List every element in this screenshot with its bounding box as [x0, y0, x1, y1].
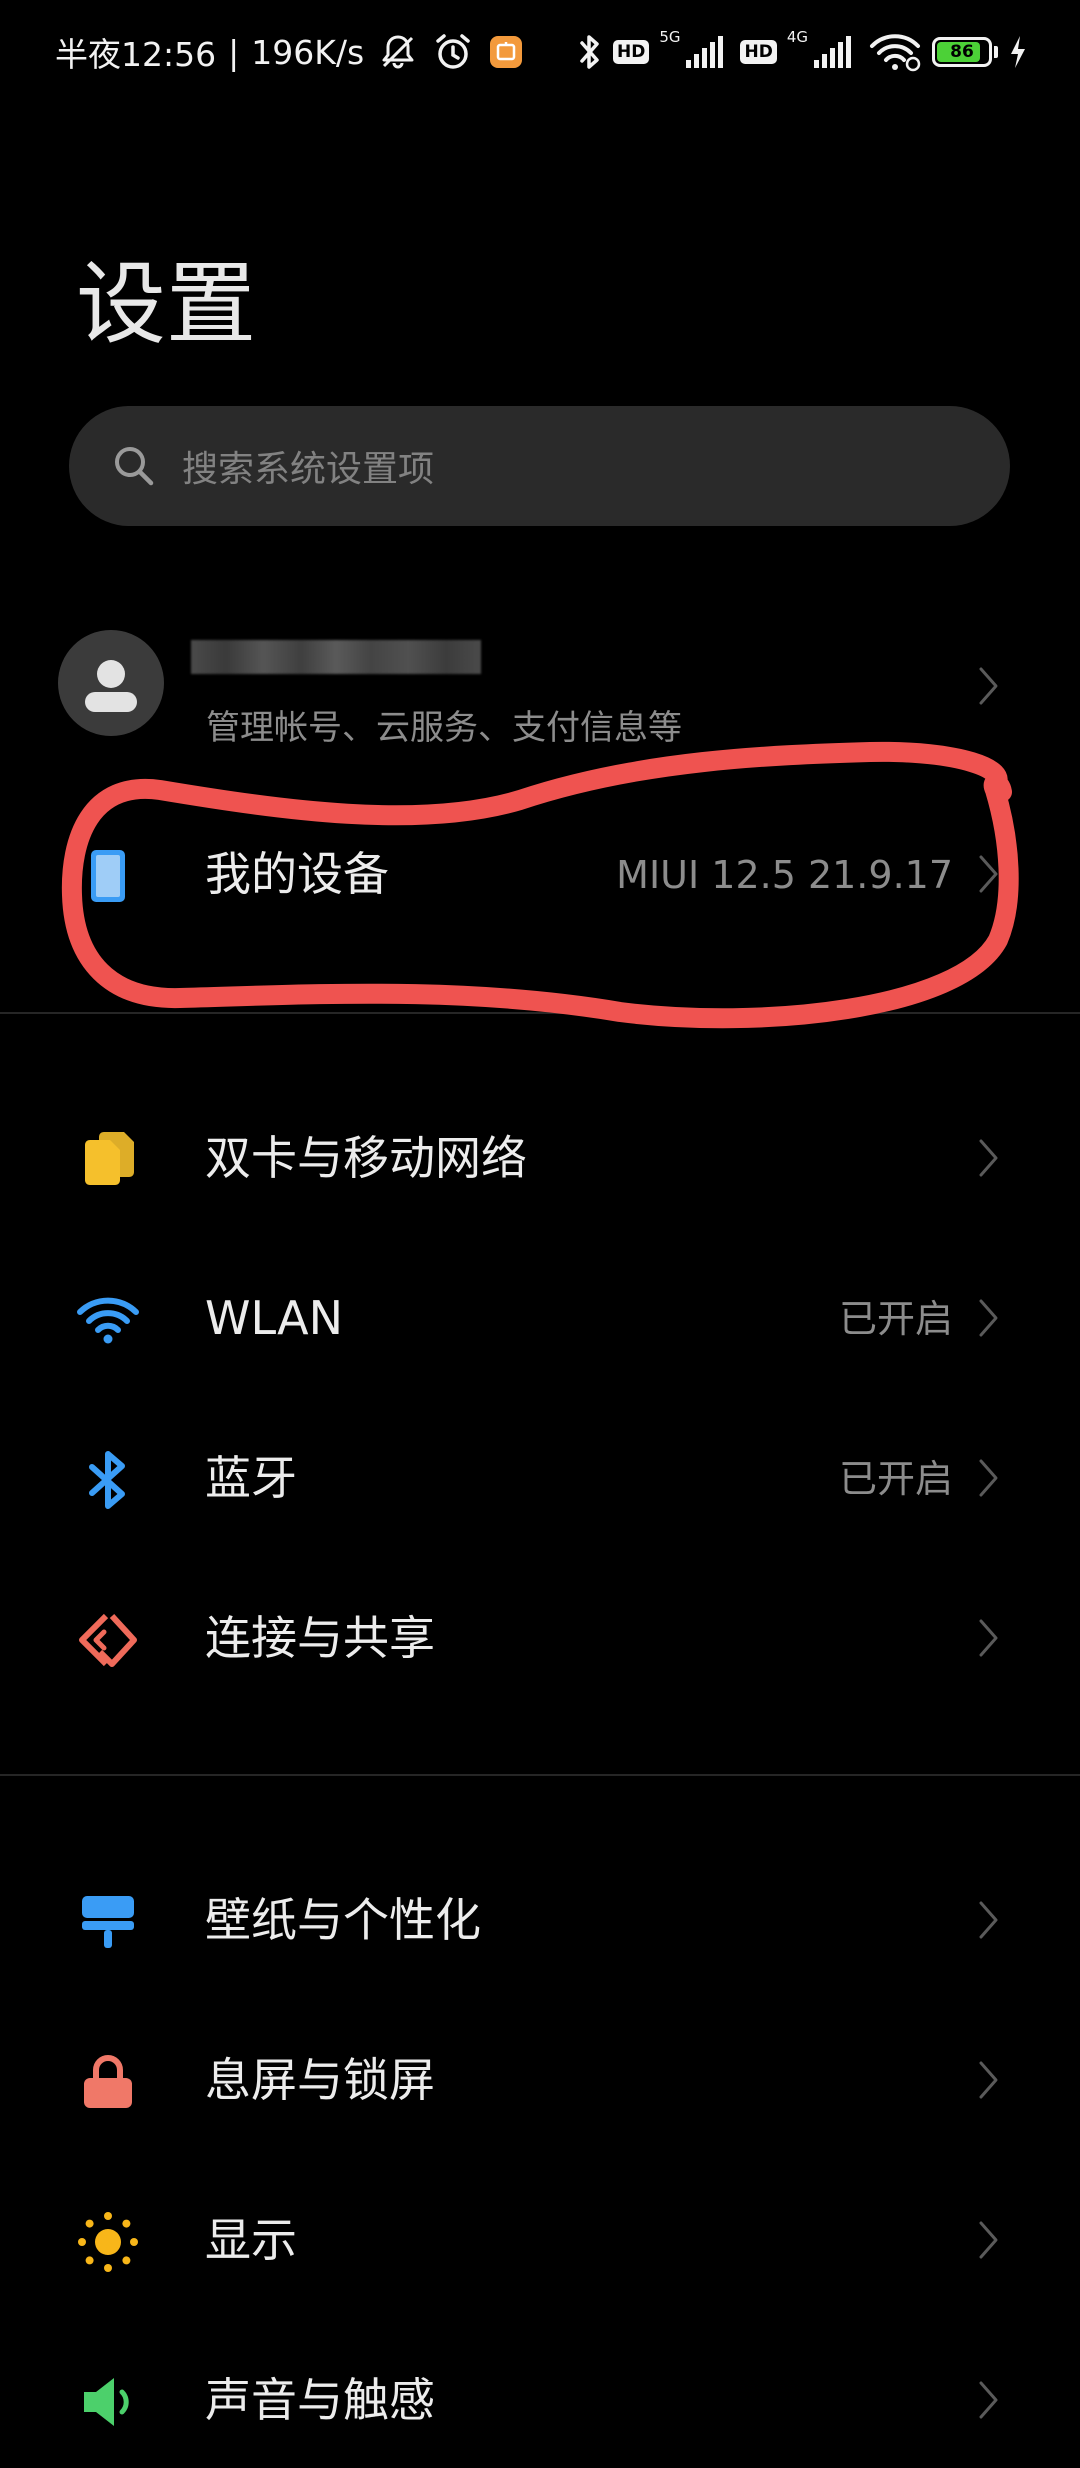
- lock-icon: [84, 2055, 132, 2108]
- wlan-status: 已开启: [838, 1297, 953, 1341]
- dual-sim-label: 双卡与移动网络: [205, 1131, 527, 1185]
- chevron-right-icon: [979, 1619, 998, 1657]
- lock-screen-label: 息屏与锁屏: [205, 2053, 435, 2107]
- bluetooth-icon: [89, 1451, 125, 1509]
- page-title: 设置: [76, 252, 256, 357]
- avatar: [58, 630, 164, 736]
- status-separator: |: [228, 32, 240, 72]
- chevron-right-icon: [979, 1459, 998, 1497]
- wallpaper-brush-icon: [82, 1896, 134, 1948]
- bluetooth-status: 已开启: [838, 1457, 953, 1501]
- battery-percent: 86: [950, 42, 974, 62]
- battery-indicator: 86: [932, 37, 992, 67]
- chevron-right-icon: [979, 2221, 998, 2259]
- search-placeholder: 搜索系统设置项: [182, 449, 435, 490]
- wlan-row[interactable]: WLAN 已开启: [0, 1246, 1080, 1386]
- hd-badge-2: HD: [740, 40, 777, 64]
- display-row[interactable]: 显示: [0, 2168, 1080, 2308]
- chevron-right-icon: [979, 2061, 998, 2099]
- hd-badge-1: HD: [612, 40, 650, 64]
- connection-share-label: 连接与共享: [205, 1611, 435, 1665]
- search-input[interactable]: 搜索系统设置项: [69, 406, 1010, 526]
- chevron-right-icon: [979, 1299, 998, 1337]
- wifi-status-icon: [870, 34, 921, 72]
- network-type-5g: 5G: [659, 28, 681, 46]
- chevron-right-icon: [979, 667, 998, 705]
- wifi-icon: [77, 1297, 139, 1344]
- search-icon: [115, 447, 154, 486]
- lock-screen-row[interactable]: 息屏与锁屏: [0, 2008, 1080, 2148]
- signal-strength-icon-sim2: [814, 36, 851, 68]
- connection-share-icon: [79, 1613, 137, 1667]
- sound-row[interactable]: 声音与触感: [0, 2328, 1080, 2468]
- app-notification-icon: [490, 36, 523, 68]
- sim-card-icon: [85, 1132, 134, 1185]
- bluetooth-row[interactable]: 蓝牙 已开启: [0, 1406, 1080, 1546]
- connection-share-row[interactable]: 连接与共享: [0, 1566, 1080, 1706]
- bluetooth-status-icon: [580, 35, 599, 69]
- phone-icon: [91, 850, 125, 902]
- my-device-label: 我的设备: [205, 847, 389, 901]
- speaker-icon: [84, 2378, 129, 2426]
- status-net-speed: 196K/s: [251, 32, 365, 72]
- dual-sim-row[interactable]: 双卡与移动网络: [0, 1086, 1080, 1226]
- wlan-label: WLAN: [205, 1291, 344, 1345]
- chevron-right-icon: [979, 2381, 998, 2419]
- my-device-row[interactable]: 我的设备 MIUI 12.5 21.9.17: [0, 802, 1080, 942]
- signal-strength-icon-sim1: [686, 36, 724, 68]
- charging-icon: [1011, 36, 1025, 68]
- display-label: 显示: [205, 2213, 297, 2267]
- chevron-right-icon: [979, 1139, 998, 1177]
- account-row[interactable]: 管理帐号、云服务、支付信息等: [0, 612, 1080, 762]
- status-right: HD 5G HD 4G 86: [577, 24, 1028, 80]
- my-device-version: MIUI 12.5 21.9.17: [616, 853, 953, 897]
- section-divider: [0, 1012, 1080, 1014]
- sun-icon: [78, 2212, 138, 2272]
- account-subtitle: 管理帐号、云服务、支付信息等: [206, 708, 682, 748]
- chevron-right-icon: [979, 855, 998, 893]
- wallpaper-row[interactable]: 壁纸与个性化: [0, 1848, 1080, 1988]
- user-avatar-icon: [85, 660, 137, 712]
- status-time: 半夜12:56: [55, 35, 217, 74]
- wallpaper-label: 壁纸与个性化: [205, 1893, 481, 1947]
- section-divider: [0, 1774, 1080, 1776]
- sound-label: 声音与触感: [205, 2373, 435, 2427]
- mute-bell-icon: [382, 35, 414, 69]
- status-left: 半夜12:56 | 196K/s: [55, 24, 524, 80]
- bluetooth-label: 蓝牙: [205, 1451, 297, 1505]
- battery-cap: [994, 46, 998, 58]
- account-name-blurred: [191, 640, 481, 674]
- network-type-4g: 4G: [786, 28, 808, 46]
- status-bar: 半夜12:56 | 196K/s HD 5G HD 4G 86: [0, 0, 1080, 104]
- alarm-icon: [436, 34, 470, 69]
- chevron-right-icon: [979, 1901, 998, 1939]
